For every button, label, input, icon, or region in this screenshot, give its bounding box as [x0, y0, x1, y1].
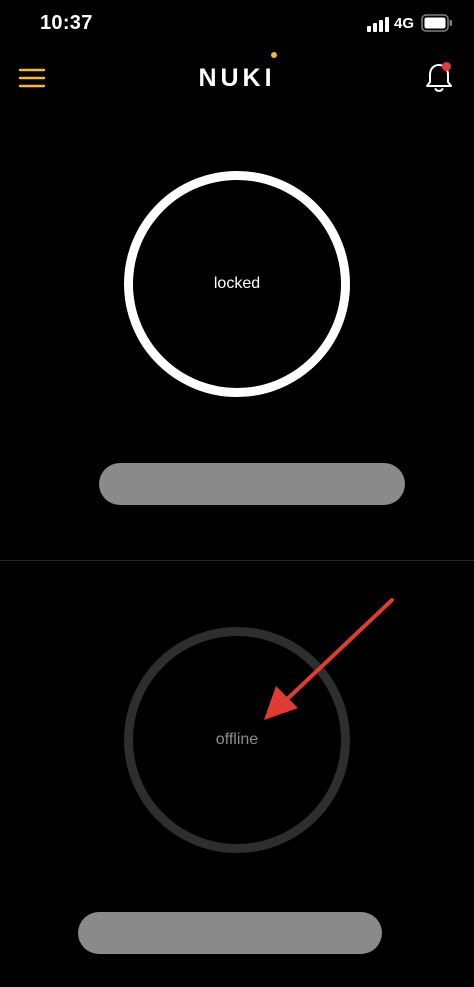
cellular-signal-icon: [367, 17, 389, 32]
notifications-button[interactable]: [423, 60, 455, 94]
lock-status-button[interactable]: offline: [124, 627, 350, 853]
hamburger-menu-icon[interactable]: [18, 64, 46, 92]
status-bar: 10:37 4G: [0, 0, 474, 48]
lock-card-2: offline: [0, 562, 474, 987]
section-divider: [0, 560, 474, 561]
brand-name: NUKI: [198, 64, 276, 92]
lock-card-1: locked: [0, 100, 474, 560]
status-time: 10:37: [40, 12, 93, 34]
lock-status-button[interactable]: locked: [124, 171, 350, 397]
redacted-lock-name: [99, 463, 405, 505]
lock-state-label: offline: [215, 731, 259, 748]
notification-badge: [442, 62, 451, 71]
redacted-lock-name: [78, 912, 382, 954]
lock-state-label: locked: [213, 275, 261, 292]
logo-accent-dot: [271, 52, 277, 58]
nuki-logo: NUKI: [187, 52, 287, 98]
battery-icon: [421, 14, 452, 32]
network-type-label: 4G: [394, 15, 415, 32]
